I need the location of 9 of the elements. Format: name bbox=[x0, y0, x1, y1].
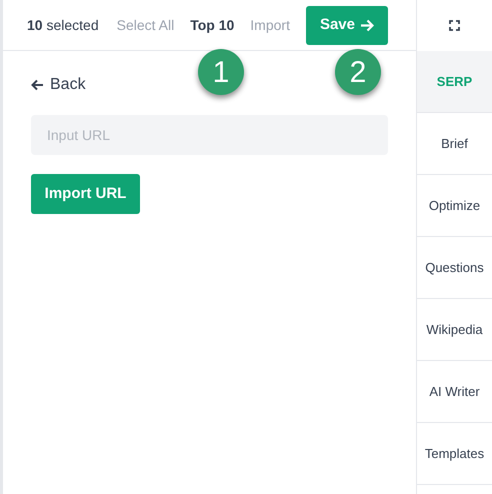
back-link[interactable]: Back bbox=[31, 73, 86, 97]
url-input-field[interactable]: Input URL bbox=[31, 115, 388, 155]
toolbar-tab[interactable]: Top 10 bbox=[190, 14, 234, 36]
fullscreen-icon[interactable] bbox=[449, 20, 460, 31]
step-number-badge: 2 bbox=[335, 49, 381, 95]
arrow-left-icon bbox=[31, 79, 44, 91]
step-number-badge: 1 bbox=[198, 49, 244, 95]
selected-count: 10 selected bbox=[27, 16, 99, 34]
arrow-right-icon bbox=[360, 18, 374, 32]
